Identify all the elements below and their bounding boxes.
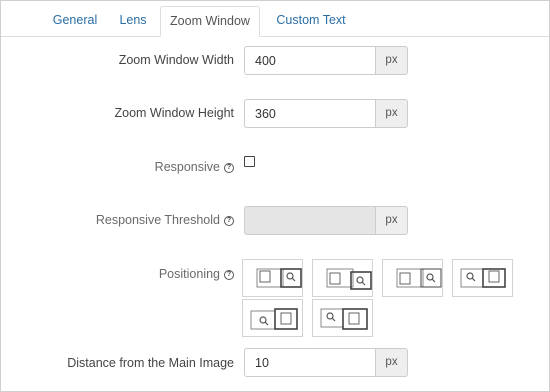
zoom-window-height-group: px (244, 99, 408, 128)
help-icon[interactable]: ? (224, 215, 234, 226)
zoom-window-height-unit: px (375, 99, 408, 128)
position-option-left-middle[interactable] (242, 299, 303, 337)
positioning-label-row: Positioning? (159, 267, 234, 281)
zoom-window-width-group: px (244, 46, 408, 75)
responsive-label-row: Responsive? (155, 160, 234, 174)
position-option-left-bottom[interactable] (312, 299, 373, 337)
position-option-right-bottom[interactable] (382, 259, 443, 297)
zoom-window-right-top-icon (256, 268, 302, 288)
tab-lens[interactable]: Lens (109, 6, 157, 37)
zoom-window-left-bottom-icon (320, 308, 368, 330)
help-icon[interactable]: ? (224, 162, 234, 173)
settings-panel: General Lens Zoom Window Custom Text Zoo… (0, 0, 550, 392)
responsive-threshold-input (244, 206, 375, 235)
zoom-window-width-input[interactable] (244, 46, 375, 75)
position-option-right-top[interactable] (242, 259, 303, 297)
position-option-right-middle[interactable] (312, 259, 373, 297)
responsive-threshold-label-row: Responsive Threshold? (96, 213, 234, 227)
positioning-options (242, 259, 513, 337)
responsive-label: Responsive (154, 160, 220, 174)
zoom-window-left-middle-icon (250, 308, 298, 330)
zoom-window-height-input[interactable] (244, 99, 375, 128)
tab-zoom-window[interactable]: Zoom Window (160, 6, 260, 37)
zoom-window-right-bottom-icon (396, 268, 442, 288)
tab-general[interactable]: General (43, 6, 107, 37)
help-icon[interactable]: ? (224, 269, 234, 280)
zoom-window-width-label: Zoom Window Width (118, 53, 234, 67)
positioning-label: Positioning (158, 267, 220, 281)
responsive-checkbox[interactable] (244, 156, 255, 167)
zoom-window-height-label: Zoom Window Height (114, 106, 235, 120)
tab-bar: General Lens Zoom Window Custom Text (1, 1, 549, 37)
tab-custom-text[interactable]: Custom Text (265, 6, 357, 37)
zoom-window-width-unit: px (375, 46, 408, 75)
zoom-window-right-middle-icon (326, 268, 372, 290)
responsive-threshold-unit: px (375, 206, 408, 235)
distance-from-main-image-input[interactable] (244, 348, 375, 377)
distance-from-main-image-group: px (244, 348, 408, 377)
position-option-left-top[interactable] (452, 259, 513, 297)
distance-from-main-image-label: Distance from the Main Image (67, 356, 234, 370)
zoom-window-left-top-icon (460, 268, 506, 288)
distance-from-main-image-unit: px (375, 348, 408, 377)
responsive-threshold-group: px (244, 206, 408, 235)
responsive-threshold-label: Responsive Threshold (95, 213, 220, 227)
